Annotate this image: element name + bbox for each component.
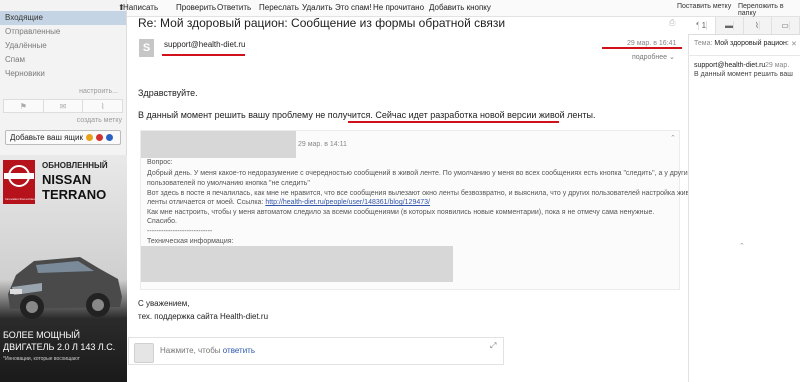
car-image: [8, 257, 122, 319]
redaction-block-header: [141, 131, 296, 158]
message-subject: Re: Мой здоровый рацион: Сообщение из фо…: [138, 16, 506, 30]
quote-label: Вопрос:: [147, 159, 173, 166]
sender-avatar: S: [139, 39, 154, 57]
envelope-icon[interactable]: ✉: [44, 100, 84, 112]
signature-line-2: тех. поддержка сайта Health-diet.ru: [138, 312, 269, 321]
note-icon: ▭: [781, 21, 790, 30]
quote-date: 29 мар. в 14:11: [298, 141, 347, 148]
quote-link-prefix: ленты отличается от моей. Ссылка:: [147, 199, 266, 206]
folder-drafts[interactable]: Черновики: [0, 67, 126, 81]
chevron-up-icon[interactable]: ⌃: [739, 242, 745, 250]
annotation-underline-sender: [162, 54, 245, 56]
tech-info-label: Техническая информация:: [147, 238, 234, 245]
ad-bottom-2: ДВИГАТЕЛЬ 2.0 Л 143 Л.С.: [3, 342, 116, 352]
expand-editor-icon[interactable]: ⤢: [490, 341, 496, 351]
tab-attachments[interactable]: ⌇: [744, 17, 772, 34]
card-icon: ▬: [725, 21, 734, 30]
annotation-underline-date: [602, 47, 682, 49]
compose-button[interactable]: Написать: [123, 3, 158, 12]
reply-prompt-text: Нажмите, чтобы: [160, 346, 223, 355]
delete-button[interactable]: Удалить: [302, 3, 333, 12]
reply-link[interactable]: ответить: [223, 346, 255, 355]
thread-subject-label: Тема:: [694, 40, 715, 47]
chevron-down-icon: ⌄: [669, 54, 675, 61]
details-link[interactable]: подробнее ⌄: [632, 53, 675, 61]
tab-notes[interactable]: ▭: [772, 17, 800, 34]
create-label-link[interactable]: создать метку: [0, 117, 126, 124]
set-label-button[interactable]: Поставить метку: [677, 3, 731, 10]
thread-count: 1: [701, 21, 708, 30]
body-text-a: В данный момент решить вашу проблему не …: [138, 110, 376, 120]
sender-address[interactable]: support@health-diet.ru: [164, 40, 246, 49]
mail-toolbar: ⬆ Написать Проверить Ответить Переслать …: [118, 0, 800, 17]
thread-panel-tabs: ❛ 1 ▬ ⌇ ▭: [688, 17, 800, 35]
reply-button[interactable]: Ответить: [217, 3, 251, 12]
greeting-text: Здравствуйте.: [138, 88, 198, 98]
chat-bubble-icon: ❛: [695, 21, 700, 30]
print-icon[interactable]: ⎙: [669, 18, 675, 28]
flag-icon[interactable]: ⚑: [4, 100, 44, 112]
forward-button[interactable]: Переслать: [259, 3, 299, 12]
tab-thread[interactable]: ❛ 1: [688, 17, 716, 34]
folder-spam[interactable]: Спам: [0, 53, 126, 67]
move-to-folder-button[interactable]: Переложить в папку: [738, 3, 800, 17]
quote-line: Как мне настроить, чтобы у меня автомато…: [147, 209, 655, 216]
tab-contacts[interactable]: ▬: [716, 17, 744, 34]
folder-deleted[interactable]: Удалённые: [0, 39, 126, 53]
thread-subject: Тема: Мой здоровый рацион:: [694, 40, 789, 47]
thread-item-sender[interactable]: support@health-diet.ru: [694, 62, 765, 69]
quote-line: Вот здесь в посте я печалилась, как мне …: [147, 190, 698, 197]
thread-item-date: 29 мар.: [765, 62, 790, 69]
annotation-underline-body: [348, 121, 559, 123]
ad-headline-3: TERRANO: [42, 187, 107, 202]
add-mailbox-button[interactable]: Добавьте ваш ящик: [5, 130, 121, 145]
ad-badge-tagline: Innovation that excites: [5, 197, 35, 201]
mailru-icon: [105, 134, 113, 141]
collapse-caret-icon[interactable]: ⌃: [670, 134, 676, 142]
mark-unread-button[interactable]: Не прочитано: [373, 3, 424, 12]
ad-headline-1: ОБНОВЛЕННЫЙ: [42, 161, 108, 170]
close-icon[interactable]: ✕: [791, 40, 797, 48]
reply-prompt[interactable]: Нажмите, чтобы ответить: [160, 346, 255, 355]
quote-line: Спасибо.: [147, 218, 177, 225]
gmail-icon: [95, 134, 103, 141]
add-mailbox-label: Добавьте ваш ящик: [10, 133, 83, 142]
ad-disclaimer: *Инновации, которые восхищают: [3, 356, 80, 362]
paperclip-icon: ⌇: [755, 21, 760, 30]
quote-line: ленты отличается от моей. Ссылка: http:/…: [147, 199, 430, 206]
redaction-block-techinfo: [141, 246, 453, 282]
body-text-b: Сейчас идет разработка новой версии живо…: [375, 110, 596, 120]
details-label: подробнее: [632, 54, 668, 61]
quick-filter-bar: ⚑ ✉ ⌇: [3, 99, 123, 113]
folder-inbox[interactable]: Входящие: [0, 11, 126, 25]
signature-line-1: С уважением,: [138, 299, 190, 308]
ad-headline-2: NISSAN: [42, 172, 92, 187]
message-date: 29 мар. в 16:41: [627, 40, 677, 47]
body-line: В данный момент решить вашу проблему не …: [138, 110, 595, 120]
nissan-logo: Innovation that excites: [3, 160, 35, 204]
quote-separator: ----------------------------: [147, 228, 213, 235]
nissan-ad-banner[interactable]: Innovation that excites ОБНОВЛЕННЫЙ NISS…: [0, 155, 127, 382]
user-avatar: [134, 343, 154, 363]
mail-service-icon: [85, 134, 93, 141]
divider: [688, 55, 800, 56]
check-button[interactable]: Проверить: [176, 3, 216, 12]
ad-bottom-1: БОЛЕЕ МОЩНЫЙ: [3, 330, 80, 340]
configure-link[interactable]: настроить...: [0, 88, 126, 95]
thread-item-preview[interactable]: В данный момент решить ваш: [694, 71, 793, 78]
blog-link[interactable]: http://health-diet.ru/people/user/148361…: [265, 199, 430, 206]
paperclip-icon[interactable]: ⌇: [83, 100, 122, 112]
folder-sent[interactable]: Отправленные: [0, 25, 126, 39]
quote-line: пользователей по умолчанию кнопка "не сл…: [147, 180, 310, 187]
thread-subject-value: Мой здоровый рацион:: [714, 40, 789, 47]
add-button-link[interactable]: Добавить кнопку: [429, 3, 491, 12]
quote-line: Добрый день. У меня какое-то недоразумен…: [147, 170, 692, 177]
spam-button[interactable]: Это спам!: [335, 3, 372, 12]
